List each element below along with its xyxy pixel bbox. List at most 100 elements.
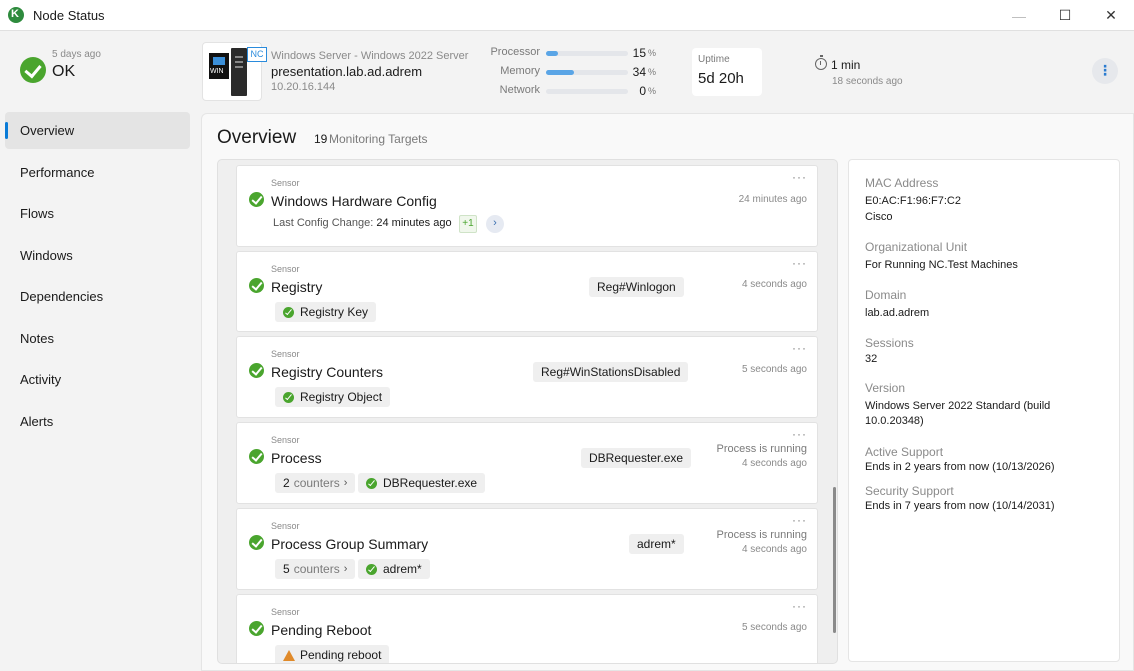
sensor-card-process-group-summary[interactable]: ··· Sensor Process Group Summary adrem* … bbox=[236, 508, 818, 590]
sensor-list[interactable]: ··· Sensor Windows Hardware Config 24 mi… bbox=[217, 159, 838, 664]
chip-label: Registry Object bbox=[300, 390, 383, 404]
registry-object-chip[interactable]: Registry Object bbox=[275, 387, 391, 407]
windows-flag-icon bbox=[213, 57, 225, 65]
nav-item-performance[interactable]: Performance bbox=[5, 154, 190, 191]
metric-unit: % bbox=[648, 86, 657, 96]
info-value-vendor: Cisco bbox=[865, 211, 893, 223]
card-type: Sensor bbox=[271, 178, 300, 188]
node-status: 5 days ago OK bbox=[20, 49, 190, 89]
counter-count: 2 bbox=[283, 476, 290, 490]
node-info-panel: MAC Address E0:AC:F1:96:F7:C2 Cisco Orga… bbox=[848, 159, 1120, 662]
metric-value: 0 bbox=[639, 84, 646, 98]
sensor-card-registry[interactable]: ··· Sensor Registry Reg#Winlogon 4 secon… bbox=[236, 251, 818, 332]
nav-menu: Overview Performance Flows Windows Depen… bbox=[5, 112, 190, 444]
sensor-card-pending-reboot[interactable]: ··· Sensor Pending Reboot 5 seconds ago … bbox=[236, 594, 818, 663]
counter-unit: counters bbox=[293, 562, 340, 576]
info-value-version: Windows Server 2022 Standard (build 10.0… bbox=[865, 400, 1051, 427]
card-status: Process is running bbox=[716, 529, 808, 541]
minimize-button[interactable]: — bbox=[996, 0, 1042, 31]
uptime-box: Uptime 5d 20h bbox=[692, 48, 762, 96]
nav-item-alerts[interactable]: Alerts bbox=[5, 403, 190, 440]
card-type: Sensor bbox=[271, 521, 300, 531]
more-options-button[interactable]: ⋮ bbox=[1092, 58, 1118, 84]
card-title: Windows Hardware Config bbox=[271, 193, 437, 209]
card-menu-button[interactable]: ··· bbox=[792, 256, 807, 270]
metric-value: 15 bbox=[632, 46, 646, 60]
metric-unit: % bbox=[648, 67, 657, 77]
chevron-right-icon: › bbox=[343, 477, 348, 489]
card-title: Registry bbox=[271, 279, 323, 295]
nav-item-notes[interactable]: Notes bbox=[5, 320, 190, 357]
list-scrollbar[interactable] bbox=[833, 487, 836, 633]
ok-check-icon bbox=[249, 535, 264, 550]
card-menu-button[interactable]: ··· bbox=[792, 513, 807, 527]
card-menu-button[interactable]: ··· bbox=[792, 427, 807, 441]
host-name[interactable]: presentation.lab.ad.adrem bbox=[271, 64, 422, 79]
poll-interval: 1 min bbox=[831, 58, 861, 72]
server-tower-icon bbox=[231, 48, 247, 96]
info-value-sessions: 32 bbox=[865, 353, 878, 365]
sensor-card-registry-counters[interactable]: ··· Sensor Registry Counters Reg#WinStat… bbox=[236, 336, 818, 418]
metric-label: Memory bbox=[500, 65, 540, 77]
change-count-badge[interactable]: +1 bbox=[459, 215, 477, 233]
uptime-label: Uptime bbox=[698, 54, 730, 65]
nc-badge: NC bbox=[247, 47, 267, 62]
chip-label: Pending reboot bbox=[300, 648, 382, 662]
counter-unit: counters bbox=[293, 476, 340, 490]
sidebar: 5 days ago OK Overview Performance Flows… bbox=[0, 31, 200, 671]
card-type: Sensor bbox=[271, 607, 300, 617]
card-menu-button[interactable]: ··· bbox=[792, 341, 807, 355]
ok-check-icon bbox=[366, 563, 377, 575]
registry-key-chip[interactable]: Registry Key bbox=[275, 302, 377, 322]
nav-item-activity[interactable]: Activity bbox=[5, 361, 190, 398]
info-label-sessions: Sessions bbox=[865, 336, 914, 350]
card-menu-button[interactable]: ··· bbox=[792, 170, 807, 184]
sensor-card-process[interactable]: ··· Sensor Process DBRequester.exe Proce… bbox=[236, 422, 818, 504]
ok-check-icon bbox=[283, 391, 294, 403]
config-change-label: Last Config Change: bbox=[273, 217, 374, 229]
metric-label: Network bbox=[499, 84, 540, 96]
config-change: Last Config Change: 24 minutes ago bbox=[273, 217, 452, 229]
info-label-ou: Organizational Unit bbox=[865, 240, 968, 254]
nav-item-windows[interactable]: Windows bbox=[5, 237, 190, 274]
uptime-value: 5d 20h bbox=[698, 70, 744, 87]
nav-item-dependencies[interactable]: Dependencies bbox=[5, 278, 190, 315]
chevron-right-icon: › bbox=[343, 563, 348, 575]
info-value-mac: E0:AC:F1:96:F7:C2 bbox=[865, 195, 961, 207]
chip-label: Registry Key bbox=[300, 305, 369, 319]
window-controls: — ☐ ✕ bbox=[996, 0, 1134, 31]
ok-check-icon bbox=[249, 621, 264, 636]
info-value-security-support: Ends in 7 years from now (10/14/2031) bbox=[865, 500, 1055, 512]
metric-unit: % bbox=[648, 48, 657, 58]
page-title: Overview bbox=[217, 127, 297, 148]
monitoring-target-count: 19 bbox=[314, 132, 328, 146]
warning-icon bbox=[283, 649, 295, 661]
ok-check-icon bbox=[249, 363, 264, 378]
info-value-domain: lab.ad.adrem bbox=[865, 307, 930, 319]
info-label-version: Version bbox=[865, 381, 906, 395]
info-label-active-support: Active Support bbox=[865, 445, 944, 459]
metric-processor: Processor 15 % bbox=[490, 46, 660, 60]
card-tag: DBRequester.exe bbox=[581, 448, 692, 468]
counters-chip[interactable]: 5 counters › bbox=[275, 559, 356, 579]
info-label-domain: Domain bbox=[865, 288, 907, 302]
windows-logo-icon: WIN bbox=[209, 53, 229, 79]
pending-reboot-chip[interactable]: Pending reboot bbox=[275, 645, 390, 663]
maximize-button[interactable]: ☐ bbox=[1042, 0, 1088, 31]
metric-value: 34 bbox=[632, 65, 646, 79]
nav-item-overview[interactable]: Overview bbox=[5, 112, 190, 149]
ok-check-icon bbox=[249, 192, 264, 207]
metric-fill bbox=[546, 51, 559, 56]
process-group-chip[interactable]: adrem* bbox=[358, 559, 430, 579]
card-time: 4 seconds ago bbox=[741, 279, 807, 290]
counters-chip[interactable]: 2 counters › bbox=[275, 473, 356, 493]
info-value-ou: For Running NC.Test Machines bbox=[865, 259, 1018, 271]
nav-item-flows[interactable]: Flows bbox=[5, 195, 190, 232]
chevron-right-icon[interactable]: › bbox=[486, 215, 504, 233]
close-button[interactable]: ✕ bbox=[1088, 0, 1134, 31]
sensor-card-windows-hardware-config[interactable]: ··· Sensor Windows Hardware Config 24 mi… bbox=[236, 165, 818, 247]
card-menu-button[interactable]: ··· bbox=[792, 599, 807, 613]
card-time: 4 seconds ago bbox=[741, 544, 807, 555]
metric-bar bbox=[546, 89, 628, 94]
process-chip[interactable]: DBRequester.exe bbox=[358, 473, 486, 493]
